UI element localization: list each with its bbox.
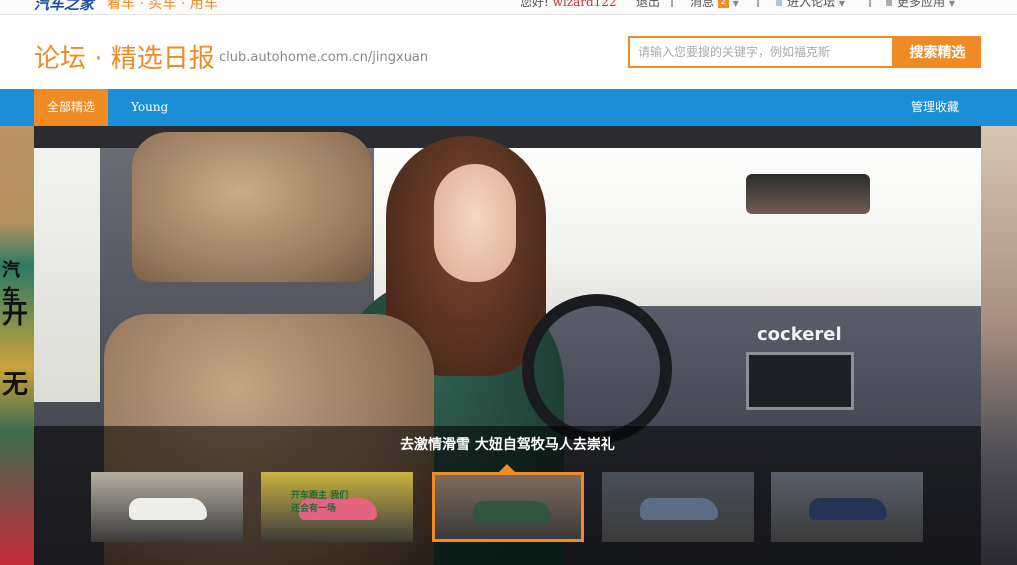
steering-wheel	[522, 294, 672, 444]
site-nav-links[interactable]: 看车 · 买车 · 用车	[107, 0, 218, 13]
message-count-badge: 2	[717, 0, 729, 8]
side-banner-left[interactable]: 汽车 开 无	[0, 126, 34, 565]
tab-all-picks[interactable]: 全部精选	[34, 89, 109, 126]
chevron-down-icon: ▼	[838, 0, 845, 8]
hero-caption[interactable]: 去激情滑雪 大妞自驾牧马人去崇礼	[34, 434, 981, 454]
side-banner-right[interactable]	[981, 126, 1017, 565]
divider: |	[756, 0, 761, 7]
active-thumb-pointer	[499, 464, 515, 472]
carousel-thumbnail[interactable]	[91, 472, 243, 542]
chevron-down-icon: ▼	[948, 0, 955, 8]
divider: |	[670, 0, 675, 7]
search-input[interactable]	[630, 38, 892, 66]
thumbnail-subject	[129, 498, 207, 520]
side-window	[34, 132, 100, 402]
side-banner-text: 无	[2, 370, 29, 400]
messages-menu[interactable]: 消息 2 ▼	[690, 0, 739, 10]
search-button[interactable]: 搜索精选	[894, 36, 981, 68]
hero-carousel: 汽车 开 无 cockerel 去激情滑雪 大妞自驾牧马人去崇礼 开车跟主 我们…	[0, 126, 1017, 565]
page-title: 论坛 · 精选日报	[34, 44, 215, 74]
carousel-thumbnail[interactable]: 开车跟主 我们还会有一场	[261, 472, 413, 542]
page-url: club.autohome.com.cn/jingxuan	[219, 50, 429, 65]
category-nav: 全部精选 Young 管理收藏	[0, 89, 1017, 126]
messages-label: 消息	[690, 0, 715, 9]
more-apps-menu[interactable]: ▪ 更多应用 ▼	[885, 0, 955, 10]
username-link[interactable]: wizard122	[553, 0, 617, 9]
logout-link[interactable]: 退出	[636, 0, 660, 10]
top-bar: 汽车之家 看车 · 买车 · 用车 您好! wizard122 退出 | 消息 …	[0, 0, 1017, 15]
search-box	[628, 36, 894, 68]
carousel-thumbnail[interactable]	[602, 472, 754, 542]
grid-icon: ▪	[885, 0, 894, 9]
greeting-text: 您好!	[520, 0, 549, 9]
tab-young[interactable]: Young	[131, 89, 168, 126]
carousel-thumbnail[interactable]	[432, 472, 584, 542]
enter-forum-label: 进入论坛	[786, 0, 835, 9]
person-face	[434, 164, 516, 282]
thumbnail-text: 开车跟主 我们还会有一场	[291, 491, 349, 514]
carousel-thumbnail[interactable]	[771, 472, 923, 542]
chevron-down-icon: ▼	[732, 0, 739, 8]
thumbnail-subject	[473, 501, 551, 523]
user-greeting: 您好! wizard122	[520, 0, 617, 10]
seat-headrest	[132, 132, 372, 282]
thumbnail-subject	[640, 498, 718, 520]
enter-forum-menu[interactable]: ▪ 进入论坛 ▼	[775, 0, 845, 10]
more-apps-label: 更多应用	[896, 0, 945, 9]
rearview-mirror	[746, 174, 870, 214]
manage-favorites-link[interactable]: 管理收藏	[911, 89, 959, 126]
dash-screen	[746, 352, 854, 410]
dash-brand-label: cockerel	[757, 324, 842, 345]
side-banner-text: 开	[2, 300, 29, 330]
site-logo[interactable]: 汽车之家	[34, 0, 94, 14]
forum-icon: ▪	[775, 0, 784, 9]
thumbnail-subject	[809, 498, 887, 520]
divider: |	[868, 0, 873, 7]
